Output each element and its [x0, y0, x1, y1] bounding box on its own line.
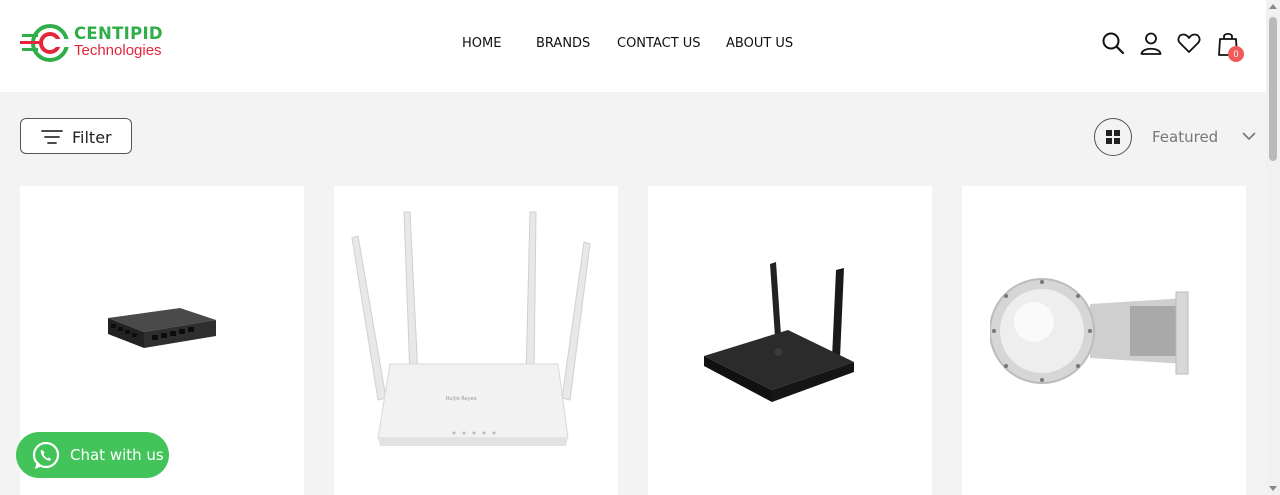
cart-count-badge: 0 [1228, 46, 1244, 62]
filter-button[interactable]: Filter [20, 118, 132, 154]
grid-view-icon [1106, 130, 1120, 144]
sort-selected-value: Featured [1152, 128, 1219, 146]
product-card[interactable]: Ruijie Reyee [334, 186, 618, 495]
site-logo[interactable]: CENTIPID Technologies [20, 22, 180, 64]
svg-text:Ruijie Reyee: Ruijie Reyee [446, 396, 477, 402]
sort-select[interactable]: Featured [1152, 128, 1256, 147]
logo-line-2: Technologies [74, 42, 162, 59]
white-wifi-router-image: Ruijie Reyee [351, 211, 591, 446]
nav-about-us[interactable]: ABOUT US [726, 36, 793, 51]
product-card[interactable] [648, 186, 932, 495]
wishlist-heart-icon[interactable] [1177, 32, 1201, 54]
chevron-down-icon [1242, 132, 1256, 141]
nav-contact-us[interactable]: CONTACT US [617, 36, 701, 51]
grid-view-toggle[interactable] [1094, 118, 1132, 156]
nav-brands[interactable]: BRANDS [536, 36, 590, 51]
page-scrollbar[interactable] [1266, 0, 1280, 495]
ethernet-switch-image [108, 308, 216, 348]
scroll-up-arrow-icon[interactable] [1269, 4, 1277, 9]
account-icon[interactable] [1139, 31, 1163, 55]
outdoor-wireless-bridge-image [990, 278, 1189, 384]
filter-label: Filter [72, 128, 112, 147]
chat-with-us-button[interactable]: Chat with us [16, 432, 169, 478]
black-wifi-router-image [704, 262, 854, 402]
whatsapp-icon [32, 441, 60, 469]
filter-lines-icon [41, 130, 63, 144]
site-header: CENTIPID Technologies HOME BRANDS CONTAC… [0, 0, 1266, 92]
scrollbar-thumb[interactable] [1269, 17, 1277, 161]
chat-label: Chat with us [70, 446, 164, 464]
logo-line-1: CENTIPID [74, 24, 163, 43]
centipid-logo-icon [20, 24, 70, 62]
product-card[interactable] [962, 186, 1246, 495]
nav-home[interactable]: HOME [462, 36, 501, 51]
search-icon[interactable] [1101, 31, 1125, 55]
scroll-down-arrow-icon[interactable] [1269, 486, 1277, 491]
